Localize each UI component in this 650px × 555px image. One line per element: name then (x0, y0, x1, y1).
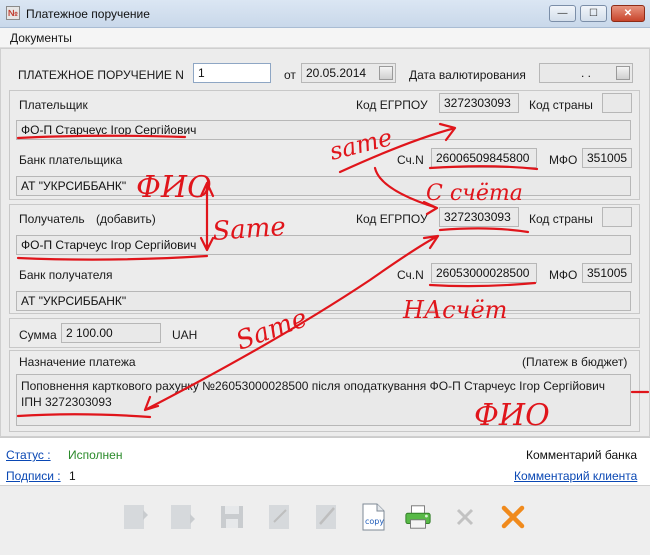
recipient-account-label: Сч.N (397, 268, 424, 282)
calendar-icon[interactable] (379, 66, 393, 80)
currency-date-label: Дата валютирования (409, 68, 526, 82)
app-icon: № (6, 6, 20, 20)
purpose-line-1: Поповнення карткового рахунку №260530000… (21, 379, 606, 393)
recipient-name-field[interactable]: ФО-П Старчеус Ігор Сергійович (16, 235, 631, 255)
payer-account-label: Сч.N (397, 153, 424, 167)
menu-bar: Документы (0, 28, 650, 48)
menu-documents[interactable]: Документы (10, 31, 72, 45)
payer-bank-name-field[interactable]: АТ "УКРСИББАНК" (16, 176, 631, 196)
currency-date-value: . . (580, 66, 591, 80)
move-down-icon[interactable] (168, 502, 196, 532)
recipient-country-field[interactable] (602, 207, 632, 227)
print-icon[interactable] (404, 502, 434, 532)
action-toolbar: copy (0, 485, 650, 555)
payer-account-field[interactable]: 26006509845800 (431, 148, 537, 168)
purpose-label: Назначение платежа (19, 355, 136, 369)
close-form-icon[interactable] (499, 502, 527, 532)
date-prefix-label: от (284, 68, 296, 82)
payment-order-form: ПЛАТЕЖНОЕ ПОРУЧЕНИЕ N 1 от 20.05.2014 Да… (0, 48, 650, 437)
purpose-line-2: ІПН 3272303093 (21, 395, 112, 409)
sign-icon[interactable] (266, 502, 294, 532)
save-icon[interactable] (218, 502, 246, 532)
payer-name-field[interactable]: ФО-П Старчеус Ігор Сергійович (16, 120, 631, 140)
budget-note: (Платеж в бюджет) (522, 355, 628, 369)
purpose-field[interactable]: Поповнення карткового рахунку №260530000… (16, 374, 631, 426)
recipient-bank-label: Банк получателя (19, 268, 113, 282)
window-title: Платежное поручение (26, 7, 150, 21)
currency-date-field[interactable]: . . (539, 63, 633, 83)
window-title-bar: № Платежное поручение — ☐ ✕ (0, 0, 650, 28)
recipient-mfo-label: МФО (549, 268, 578, 282)
recipient-add-link[interactable]: (добавить) (96, 212, 156, 226)
recipient-edrpou-field[interactable]: 3272303093 (439, 207, 519, 227)
signatures-value: 1 (69, 469, 76, 483)
status-value: Исполнен (68, 448, 123, 462)
recipient-label: Получатель (19, 212, 85, 226)
payer-country-field[interactable] (602, 93, 632, 113)
order-date-value: 20.05.2014 (306, 66, 367, 80)
status-link[interactable]: Статус : (6, 448, 51, 462)
copy-label: copy (365, 517, 384, 526)
payer-mfo-field[interactable]: 351005 (582, 148, 632, 168)
recipient-bank-name-field[interactable]: АТ "УКРСИББАНК" (16, 291, 631, 311)
edit-icon[interactable] (313, 502, 341, 532)
payer-edrpou-label: Код ЕГРПОУ (356, 98, 428, 112)
bank-comment-label: Комментарий банка (526, 448, 637, 462)
amount-field[interactable]: 2 100.00 (61, 323, 161, 343)
status-bar: Статус : Исполнен Комментарий банка Подп… (0, 437, 650, 485)
delete-disabled-icon[interactable] (451, 502, 479, 532)
maximize-button[interactable]: ☐ (580, 5, 607, 22)
move-up-icon[interactable] (121, 502, 149, 532)
signatures-link[interactable]: Подписи : (6, 469, 61, 483)
payer-mfo-label: МФО (549, 153, 578, 167)
recipient-edrpou-label: Код ЕГРПОУ (356, 212, 428, 226)
client-comment-link[interactable]: Комментарий клиента (514, 469, 637, 483)
minimize-button[interactable]: — (549, 5, 576, 22)
recipient-country-label: Код страны (529, 212, 593, 226)
payer-edrpou-field[interactable]: 3272303093 (439, 93, 519, 113)
order-date-field[interactable]: 20.05.2014 (301, 63, 396, 83)
payer-country-label: Код страны (529, 98, 593, 112)
recipient-account-field[interactable]: 26053000028500 (431, 263, 537, 283)
amount-label: Сумма (19, 328, 57, 342)
order-number-label: ПЛАТЕЖНОЕ ПОРУЧЕНИЕ N (18, 68, 184, 82)
close-window-button[interactable]: ✕ (611, 5, 645, 22)
payer-bank-label: Банк плательщика (19, 153, 123, 167)
payer-label: Плательщик (19, 98, 88, 112)
recipient-mfo-field[interactable]: 351005 (582, 263, 632, 283)
order-number-field[interactable]: 1 (193, 63, 271, 83)
currency-calendar-icon[interactable] (616, 66, 630, 80)
copy-icon[interactable]: copy (359, 502, 387, 532)
currency-label: UAH (172, 328, 198, 342)
